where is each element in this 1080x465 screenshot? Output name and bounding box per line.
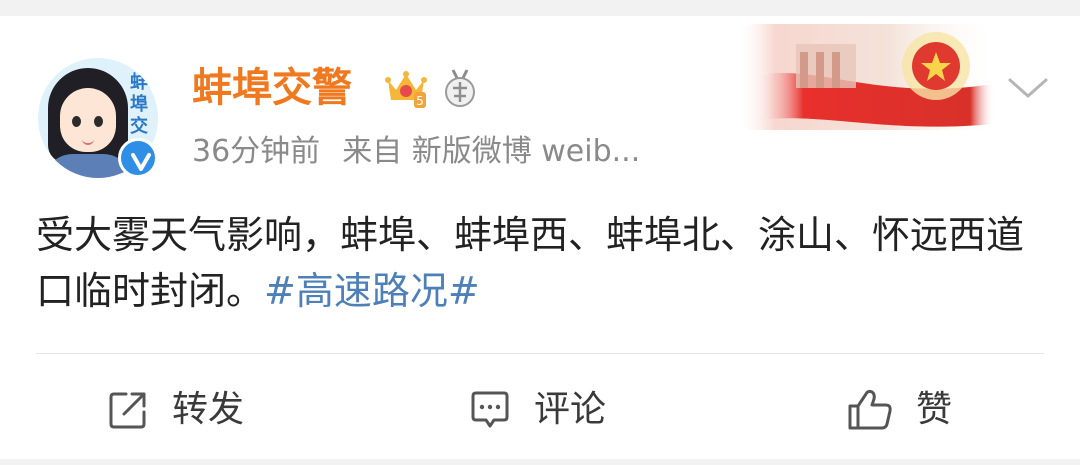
post-meta: 36分钟前 来自 新版微博 weib... (192, 132, 640, 172)
divider (36, 353, 1044, 354)
post-content: 受大雾天气影响，蚌埠、蚌埠西、蚌埠北、涂山、怀远西道口临时封闭。#高速路况# (36, 207, 1046, 319)
svg-text:5: 5 (416, 94, 424, 108)
repost-button[interactable]: 转发 (106, 382, 244, 438)
like-label: 赞 (916, 389, 953, 430)
medal-icon[interactable] (440, 68, 480, 108)
chevron-down-icon[interactable] (1006, 74, 1050, 102)
comment-icon (471, 391, 509, 428)
repost-icon (109, 392, 146, 429)
like-button[interactable]: 赞 (846, 382, 952, 438)
like-icon (848, 389, 892, 430)
comment-label: 评论 (534, 389, 607, 430)
post-text: 受大雾天气影响，蚌埠、蚌埠西、蚌埠北、涂山、怀远西道口临时封闭。 (36, 213, 1025, 313)
crown-icon[interactable]: 5 (384, 66, 428, 110)
bottom-separator (0, 459, 1080, 465)
comment-button[interactable]: 评论 (468, 382, 606, 438)
post-source[interactable]: 来自 新版微博 weib... (342, 134, 640, 169)
avatar-text: 蚌埠交 (130, 72, 148, 137)
hashtag-link[interactable]: #高速路况# (264, 269, 480, 313)
repost-label: 转发 (172, 389, 245, 430)
top-separator (0, 0, 1080, 16)
verified-icon (118, 138, 158, 178)
post-time: 36分钟前 (192, 134, 321, 169)
username[interactable]: 蚌埠交警 (192, 64, 352, 112)
decorative-banner (736, 24, 994, 130)
